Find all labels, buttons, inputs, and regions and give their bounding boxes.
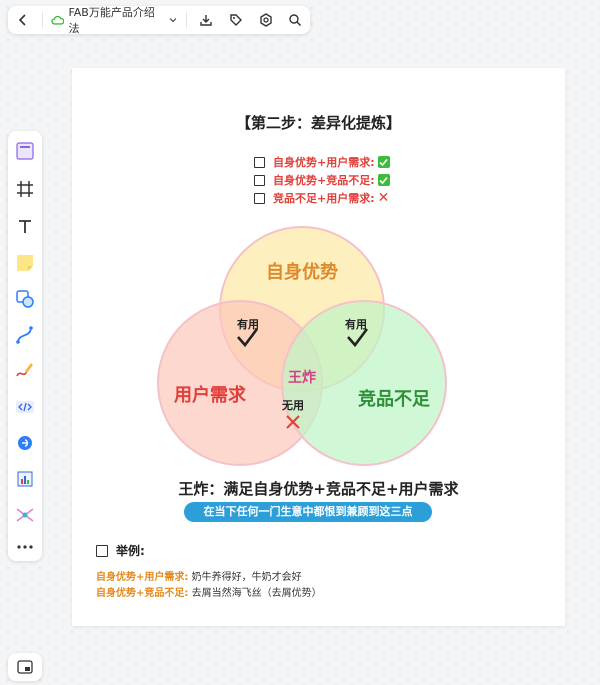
text-tool[interactable] [13,215,37,239]
checkbox[interactable] [254,156,265,168]
check-mark-icon [377,174,390,186]
venn-label-top: 自身优势 [266,261,338,283]
connector-icon [16,326,33,344]
back-button[interactable] [8,6,38,34]
checkbox[interactable] [254,174,265,186]
example-heading-label: 举例: [116,544,145,558]
venn-label-left: 用户需求 [174,384,247,406]
useful-label-right: 有用 [345,317,367,331]
divider [41,12,43,28]
download-button[interactable] [191,6,221,34]
checklist-item: 自身优势+用户需求: [254,154,390,170]
sticky-note-icon [17,255,33,271]
tag-icon [230,14,242,26]
top-toolbar: FAB万能产品介绍法 [8,4,310,36]
code-icon [16,401,34,413]
more-tools[interactable] [13,535,37,559]
more-icon [17,545,33,549]
checklist-item: 自身优势+竞品不足: [254,172,390,188]
table-icon [17,471,33,487]
settings-button[interactable] [251,6,281,34]
shape-icon [16,290,34,308]
step-title: 【第二步：差异化提炼】 [235,114,401,132]
sticky-note-tool[interactable] [13,251,37,275]
search-button[interactable] [280,6,310,34]
flow-tool[interactable] [13,503,37,527]
checklist-label: 自身优势+竞品不足: [273,174,375,187]
flow-icon [16,508,34,522]
venn-label-right: 竞品不足 [358,388,430,410]
venn-center-label: 王炸 [288,369,316,386]
highlight-pill: 在当下任何一门生意中都恨到兼顾到这三点 [184,502,432,522]
code-block-tool[interactable] [13,395,37,419]
example-text: 奶牛养得好，牛奶才会好 [191,572,302,583]
table-tool[interactable] [13,467,37,491]
cloud-icon [50,15,65,25]
frame-tool[interactable] [13,177,37,201]
check-mark-icon [377,156,390,168]
mindmap-tool[interactable] [13,431,37,455]
checklist-item: 竞品不足+用户需求: ✕ [254,190,389,206]
cross-mark-icon: ✕ [377,190,390,206]
text-icon [19,220,31,233]
pen-tool[interactable] [13,359,37,383]
divider [186,12,188,28]
tool-sidebar [8,131,42,561]
useless-label: 无用 [281,399,304,412]
download-icon [200,15,212,26]
checklist-label: 竞品不足+用户需求: [273,192,375,205]
example-text: 去屑当然海飞丝（去屑优势） [191,588,322,599]
summary-text: 王炸：满足自身优势+竞品不足+用户需求 [178,480,459,498]
checkbox[interactable] [96,544,108,557]
shape-tool[interactable] [13,287,37,311]
minimap-icon [17,660,33,674]
template-tool[interactable] [13,139,37,163]
venn-diagram: 自身优势 用户需求 竞品不足 有用 有用 王炸 无用 [157,226,447,466]
example-row: 自身优势+用户需求: 奶牛养得好，牛奶才会好 [96,568,302,583]
frame-icon [17,181,33,197]
settings-icon [259,13,272,27]
checkbox[interactable] [254,192,265,204]
doc-title: FAB万能产品介绍法 [68,6,155,35]
connector-tool[interactable] [13,323,37,347]
template-icon [16,142,34,160]
doc-title-dropdown[interactable]: FAB万能产品介绍法 [47,4,183,36]
example-heading: 举例: [96,542,145,559]
search-icon [289,14,302,27]
minimap-button[interactable] [8,653,42,681]
tag-button[interactable] [221,6,251,34]
mindmap-icon [18,436,32,450]
example-key: 自身优势+用户需求: [96,572,189,583]
chevron-down-icon [169,18,176,23]
chevron-left-icon [18,14,26,26]
example-key: 自身优势+竞品不足: [96,588,189,599]
example-row: 自身优势+竞品不足: 去屑当然海飞丝（去屑优势） [96,584,322,599]
checklist-label: 自身优势+用户需求: [273,156,375,169]
pen-icon [16,363,33,377]
whiteboard-frame[interactable]: 【第二步：差异化提炼】 自身优势+用户需求: 自身优势+竞品不足: 竞品不足+用… [72,68,565,626]
